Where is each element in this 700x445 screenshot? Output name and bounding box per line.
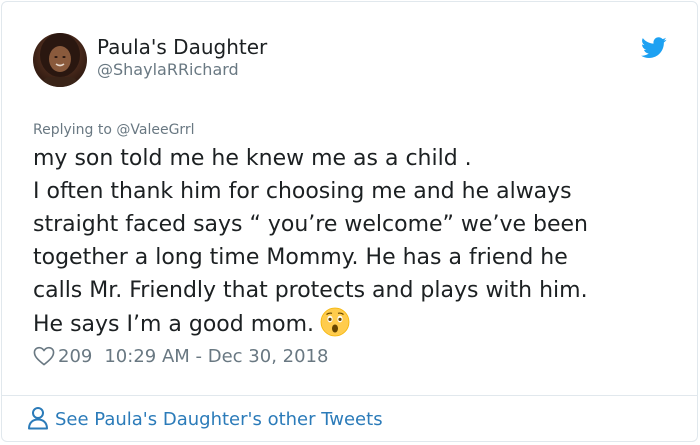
tweet-line-text: He says I’m a good mom. [33, 312, 315, 337]
avatar[interactable] [33, 33, 87, 87]
tweet-text: my son told me he knew me as a child . I… [33, 142, 673, 341]
tweet-timestamp[interactable]: 10:29 AM - Dec 30, 2018 [104, 346, 328, 367]
author-name[interactable]: Paula's Daughter [97, 35, 267, 59]
tweet-line: my son told me he knew me as a child . [33, 146, 472, 171]
tweet-header: Paula's Daughter @ShaylaRRichard [33, 33, 677, 89]
tweet-card: Paula's Daughter @ShaylaRRichard Replyin… [1, 1, 698, 442]
tweet-line: straight faced says “ you’re welcome” we… [33, 212, 588, 237]
person-icon [27, 406, 49, 430]
author-handle[interactable]: @ShaylaRRichard [97, 60, 239, 80]
tweet-line: calls Mr. Friendly that protects and pla… [33, 278, 588, 303]
tweet-line-last: He says I’m a good mom. [33, 307, 673, 341]
avatar-portrait-icon [40, 33, 80, 87]
like-count[interactable]: 209 [58, 346, 92, 367]
astonished-face-emoji-icon [320, 307, 350, 337]
see-other-tweets-label[interactable]: See Paula's Daughter's other Tweets [55, 409, 383, 430]
twitter-bird-icon[interactable] [641, 37, 667, 59]
heart-icon[interactable] [33, 346, 55, 366]
replying-to-label[interactable]: Replying to @ValeeGrrl [33, 121, 195, 139]
footer-divider [2, 395, 697, 396]
tweet-meta: 209 10:29 AM - Dec 30, 2018 [33, 344, 328, 370]
see-other-tweets-link[interactable]: See Paula's Daughter's other Tweets [27, 406, 383, 434]
tweet-line: together a long time Mommy. He has a fri… [33, 245, 568, 270]
tweet-line: I often thank him for choosing me and he… [33, 179, 572, 204]
